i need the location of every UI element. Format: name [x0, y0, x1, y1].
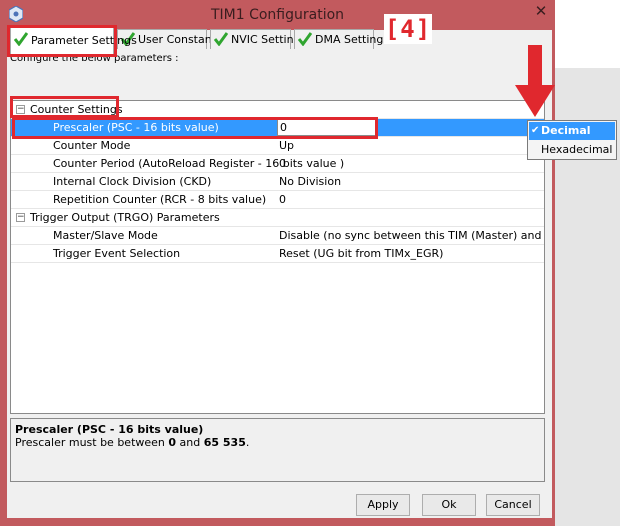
info-min: 0 — [168, 436, 177, 449]
param-row-trigger-event[interactable]: Trigger Event Selection Reset (UG bit fr… — [11, 245, 544, 263]
category-row-counter-settings[interactable]: − Counter Settings — [11, 101, 544, 119]
param-name: Trigger Event Selection — [53, 247, 181, 260]
info-panel: Prescaler (PSC - 16 bits value) Prescale… — [10, 418, 545, 482]
param-value: Disable (no sync between this TIM (Maste… — [279, 229, 544, 242]
close-button[interactable]: ✕ — [532, 3, 550, 19]
param-value: 0 — [279, 157, 286, 170]
menu-item-hexadecimal[interactable]: Hexadecimal — [529, 141, 615, 159]
tab-label: DMA Settings — [315, 33, 390, 46]
param-row-counter-period[interactable]: Counter Period (AutoReload Register - 16… — [11, 155, 544, 173]
param-row-master-slave-mode[interactable]: Master/Slave Mode Disable (no sync betwe… — [11, 227, 544, 245]
background-area — [557, 0, 620, 68]
category-label: Counter Settings — [30, 103, 123, 116]
arrow-down-icon — [515, 45, 555, 117]
param-name: Repetition Counter (RCR - 8 bits value) — [53, 193, 267, 206]
check-icon — [298, 32, 312, 46]
param-row-clock-division[interactable]: Internal Clock Division (CKD) No Divisio… — [11, 173, 544, 191]
info-max: 65 535 — [203, 436, 246, 449]
check-icon — [214, 32, 228, 46]
info-text-mid: and — [176, 436, 204, 449]
configuration-window: TIM1 Configuration ✕ Parameter Settings … — [0, 0, 555, 526]
window-title: TIM1 Configuration — [210, 7, 345, 23]
param-row-counter-mode[interactable]: Counter Mode Up — [11, 137, 544, 155]
prescaler-value-input[interactable]: 0 — [277, 119, 376, 136]
param-row-prescaler[interactable]: Prescaler (PSC - 16 bits value) 0 — [11, 119, 544, 137]
collapse-icon[interactable]: − — [16, 213, 25, 222]
menu-item-label: Hexadecimal — [541, 143, 613, 156]
step-annotation-badge: [4] — [384, 14, 432, 44]
ok-button[interactable]: Ok — [422, 494, 476, 516]
param-value: Reset (UG bit from TIMx_EGR) — [279, 247, 444, 260]
tab-parameter-settings[interactable]: Parameter Settings — [10, 26, 137, 54]
info-text-suffix: . — [245, 436, 250, 449]
param-value: 0 — [279, 193, 286, 206]
param-name: Counter Period (AutoReload Register - 16… — [53, 157, 345, 170]
param-value: No Division — [279, 175, 342, 188]
cancel-button[interactable]: Cancel — [486, 494, 540, 516]
param-name: Internal Clock Division (CKD) — [53, 175, 212, 188]
tab-nvic-settings[interactable]: NVIC Settings — [210, 29, 306, 49]
parameter-grid: − Counter Settings Prescaler (PSC - 16 b… — [10, 100, 545, 414]
info-title: Prescaler (PSC - 16 bits value) — [15, 423, 204, 436]
param-name: Master/Slave Mode — [53, 229, 158, 242]
check-icon — [14, 32, 28, 46]
checkmark-icon: ✔ — [531, 125, 540, 136]
menu-item-decimal[interactable]: ✔ Decimal — [529, 122, 615, 140]
category-row-trigger-output[interactable]: − Trigger Output (TRGO) Parameters — [11, 209, 544, 227]
param-row-repetition-counter[interactable]: Repetition Counter (RCR - 8 bits value) … — [11, 191, 544, 209]
param-name: Prescaler (PSC - 16 bits value) — [53, 121, 219, 134]
info-text-prefix: Prescaler must be between — [15, 436, 169, 449]
info-text: Prescaler must be between 0 and 65 535. — [15, 436, 249, 449]
category-label: Trigger Output (TRGO) Parameters — [30, 211, 220, 224]
param-name: Counter Mode — [53, 139, 131, 152]
tab-dma-settings[interactable]: DMA Settings — [294, 29, 389, 49]
menu-item-label: Decimal — [541, 124, 591, 137]
collapse-icon[interactable]: − — [16, 105, 25, 114]
apply-button[interactable]: Apply — [356, 494, 410, 516]
tab-label: Parameter Settings — [31, 34, 137, 47]
param-value: Up — [279, 139, 295, 152]
format-dropdown-menu: ✔ Decimal Hexadecimal — [527, 120, 617, 160]
description-text: Configure the below parameters : — [10, 53, 179, 64]
